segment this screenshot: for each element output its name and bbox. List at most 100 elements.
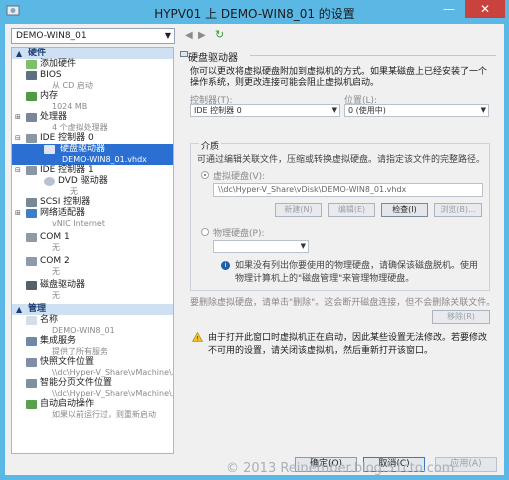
collapse-icon[interactable]: ▲ [16, 48, 22, 59]
tree-item-sub: 4 个虚拟处理器 [12, 123, 173, 133]
tree-item-detail: DEMO-WIN8_01 [52, 326, 115, 335]
virtual-disk-label: 虚拟硬盘(V): [213, 172, 266, 182]
vm-selector[interactable]: DEMO-WIN8_01 ▼ [11, 28, 175, 44]
tree-item-hard-drive[interactable]: 硬盘驱动器 [12, 144, 173, 155]
edit-button[interactable]: 编辑(E) [328, 203, 375, 217]
tree-item-sub: 如果以前运行过，则重新启动 [12, 410, 173, 420]
chevron-down-icon: ▼ [164, 31, 171, 40]
tree-item-label: 处理器 [40, 112, 68, 122]
controller-select[interactable]: IDE 控制器 0 ▼ [190, 104, 340, 117]
tree-item-sub: 无 [12, 187, 173, 197]
tree-item-snapshot-location[interactable]: 快照文件位置 [12, 357, 173, 368]
collapse-icon[interactable]: ⊟ [15, 133, 21, 144]
tree-item-ide-controller-1[interactable]: ⊟ IDE 控制器 1 [12, 165, 173, 176]
tree-item-name[interactable]: 名称 [12, 315, 173, 326]
tree-item-sub: 1024 MB [12, 102, 173, 112]
panel-description: 你可以更改将虚拟硬盘附加到虚拟机的方式。如果某磁盘上已经安装了一个操作系统，则更… [190, 67, 488, 88]
tree-item-label: 快照文件位置 [40, 357, 95, 367]
warning-icon: ! [192, 332, 203, 342]
chevron-down-icon: ▼ [300, 242, 306, 250]
virtual-disk-path-input[interactable]: \\dc\Hyper-V_Share\vDisk\DEMO-WIN8_01.vh… [213, 183, 483, 197]
refresh-icon[interactable]: ↻ [215, 28, 224, 41]
hard-drive-icon [44, 145, 55, 154]
browse-button[interactable]: 浏览(B)... [434, 203, 482, 217]
tree-item-label: 磁盘驱动器 [40, 280, 86, 290]
physical-disk-note: 如果没有列出你要使用的物理硬盘，请确保该磁盘脱机。使用物理计算机上的"磁盘管理"… [235, 261, 479, 284]
collapse-icon[interactable]: ▲ [16, 304, 22, 315]
hard-drive-icon [180, 51, 188, 57]
physical-disk-radio[interactable] [201, 228, 209, 236]
add-hardware-icon [26, 60, 37, 69]
tree-item-bios[interactable]: BIOS [12, 70, 173, 81]
tree-item-detail: 从 CD 启动 [52, 81, 93, 90]
tree-item-com1[interactable]: COM 1 [12, 232, 173, 243]
chevron-down-icon: ▼ [331, 106, 337, 114]
back-icon[interactable]: ◀ [185, 30, 193, 41]
ide-controller-icon [26, 134, 37, 143]
info-icon: i [221, 261, 230, 270]
hardware-section-header[interactable]: ▲ 硬件 [12, 48, 173, 59]
tree-item-sub: 无 [12, 267, 173, 277]
inspect-button[interactable]: 检查(I) [381, 203, 428, 217]
auto-start-icon [26, 400, 37, 409]
new-button[interactable]: 新建(N) [275, 203, 322, 217]
tree-item-sub: 无 [12, 291, 173, 301]
tree-item-memory[interactable]: 内存 [12, 91, 173, 102]
tree-item-sub: \\dc\Hyper-V_Share\vMachine\... [12, 389, 173, 399]
hardware-section-label: 硬件 [28, 48, 47, 58]
tree-item-dvd-drive[interactable]: DVD 驱动器 [12, 176, 173, 187]
expand-icon[interactable]: ⊞ [15, 208, 21, 219]
tree-item-floppy-drive[interactable]: 磁盘驱动器 [12, 280, 173, 291]
tree-item-label: IDE 控制器 1 [40, 165, 94, 175]
tree-item-scsi-controller[interactable]: SCSI 控制器 [12, 197, 173, 208]
tree-item-sub: vNIC Internet [12, 219, 173, 229]
collapse-icon[interactable]: ⊟ [15, 165, 21, 176]
media-description: 可通过编辑关联文件，压缩或转换虚拟硬盘。请指定该文件的完整路径。 [197, 155, 486, 165]
tree-item-label: 自动启动操作 [40, 399, 95, 409]
remove-note: 要删除虚拟硬盘，请单击"删除"。这会断开磁盘连接，但不会删除关联文件。 [190, 298, 496, 308]
chevron-down-icon: ▼ [480, 106, 486, 114]
physical-disk-select[interactable]: ▼ [213, 240, 309, 253]
tree-item-label: 网络适配器 [40, 208, 86, 218]
controller-select-value: IDE 控制器 0 [194, 106, 242, 115]
virtual-disk-radio[interactable] [201, 171, 209, 179]
tree-item-sub: 无 [12, 243, 173, 253]
tree-item-ide-controller-0[interactable]: ⊟ IDE 控制器 0 [12, 133, 173, 144]
tree-item-auto-start[interactable]: 自动启动操作 [12, 399, 173, 410]
location-select[interactable]: 0 (使用中) ▼ [344, 104, 489, 117]
tree-item-sub: DEMO-WIN8_01.vhdx [12, 155, 173, 165]
title-bar[interactable]: HYPV01 上 DEMO-WIN8_01 的设置 — ✕ [0, 0, 509, 24]
tree-item-detail: 提供了所有服务 [52, 347, 108, 356]
tree-item-processor[interactable]: ⊞ 处理器 [12, 112, 173, 123]
tree-item-detail: DEMO-WIN8_01.vhdx [62, 155, 147, 164]
minimize-button[interactable]: — [436, 0, 462, 18]
processor-icon [26, 113, 37, 122]
expand-icon[interactable]: ⊞ [15, 112, 21, 123]
tree-item-label: 添加硬件 [40, 59, 77, 69]
tree-item-sub: 提供了所有服务 [12, 347, 173, 357]
tree-item-label: SCSI 控制器 [40, 197, 91, 207]
watermark: © 2013 Reinember.blog.51cto.com [226, 461, 455, 476]
tree-item-network-adapter[interactable]: ⊞ 网络适配器 [12, 208, 173, 219]
tree-item-integration-services[interactable]: 集成服务 [12, 336, 173, 347]
network-adapter-icon [26, 209, 37, 218]
smart-paging-icon [26, 379, 37, 388]
scsi-controller-icon [26, 198, 37, 207]
tree-item-label: 智能分页文件位置 [40, 378, 113, 388]
window-title: HYPV01 上 DEMO-WIN8_01 的设置 [154, 7, 355, 21]
tree-item-sub: 从 CD 启动 [12, 81, 173, 91]
tree-item-com2[interactable]: COM 2 [12, 256, 173, 267]
tree-item-detail: 无 [52, 243, 60, 252]
tree-item-label: DVD 驱动器 [58, 176, 108, 186]
ide-controller-icon [26, 166, 37, 175]
media-group: 介质 可通过编辑关联文件，压缩或转换虚拟硬盘。请指定该文件的完整路径。 虚拟硬盘… [190, 139, 490, 291]
forward-icon[interactable]: ▶ [198, 30, 206, 41]
tree-item-add-hardware[interactable]: 添加硬件 [12, 59, 173, 70]
close-button[interactable]: ✕ [465, 0, 505, 18]
tree-item-detail: vNIC Internet [52, 219, 105, 228]
tree-item-smart-paging[interactable]: 智能分页文件位置 [12, 378, 173, 389]
location-select-value: 0 (使用中) [348, 106, 386, 115]
remove-button[interactable]: 移除(R) [432, 310, 490, 324]
management-section-header[interactable]: ▲ 管理 [12, 304, 173, 315]
integration-services-icon [26, 337, 37, 346]
